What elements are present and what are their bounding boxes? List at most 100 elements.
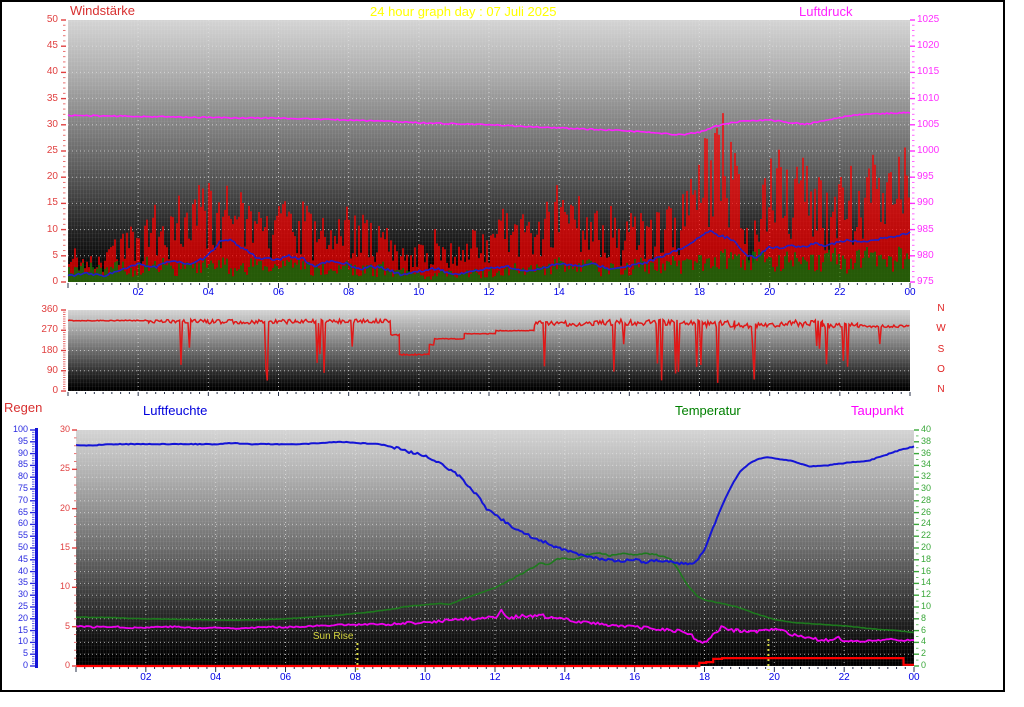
axis-tick-label: 1025 (917, 14, 940, 25)
axis-minor-tick (916, 588, 919, 590)
axis-tick-label: 15 (59, 542, 70, 552)
humidity-axis-bar (35, 428, 38, 668)
axis-minor-tick (32, 637, 35, 639)
axis-tick-label: 0 (52, 276, 58, 287)
axis-tick-label: 100 (12, 424, 28, 434)
axis-tick-label: 5 (64, 620, 70, 631)
axis-minor-tick (63, 381, 66, 383)
x-axis-tick-label: 14 (553, 287, 565, 298)
axis-tick-label: 24 (921, 518, 932, 529)
axis-minor-tick (912, 29, 915, 31)
x-axis-tick-label: 12 (483, 287, 495, 298)
axis-minor-tick (912, 187, 915, 189)
axis-minor-tick (63, 192, 66, 194)
axis-minor-tick (32, 601, 35, 603)
axis-tick-label: 30 (46, 118, 58, 130)
compass-label: W (936, 323, 946, 335)
axis-minor-tick (63, 311, 66, 313)
axis-tick-label: 30 (59, 424, 70, 434)
axis-minor-tick (63, 383, 66, 385)
axis-minor-tick (32, 502, 35, 504)
axis-tick-label: 0 (921, 660, 927, 670)
axis-minor-tick (912, 244, 915, 246)
x-axis-tick-label: 08 (349, 672, 361, 683)
axis-minor-tick (63, 234, 66, 236)
pressure-panel-title: Luftdruck (799, 4, 853, 19)
axis-minor-tick (63, 239, 66, 241)
axis-minor-tick (63, 372, 66, 374)
x-axis-tick-label: 12 (489, 672, 501, 683)
axis-minor-tick (63, 50, 66, 52)
axis-tick-label: 1005 (917, 118, 940, 130)
axis-minor-tick (912, 82, 915, 84)
axis-minor-tick (912, 197, 915, 199)
axis-tick-label: 28 (921, 494, 932, 505)
axis-minor-tick (63, 108, 66, 110)
axis-minor-tick (916, 459, 919, 460)
axis-minor-tick (32, 530, 35, 532)
axis-minor-tick (32, 561, 35, 563)
axis-tick-label: 2 (921, 648, 927, 659)
x-axis-tick-label: 16 (623, 287, 635, 298)
compass-label: O (937, 363, 945, 375)
x-axis-tick-label: 02 (132, 287, 144, 298)
axis-minor-tick (63, 155, 66, 157)
axis-tick-label: 35 (46, 92, 58, 104)
axis-tick-label: 26 (921, 506, 932, 517)
axis-minor-tick (32, 457, 35, 459)
axis-minor-tick (32, 528, 35, 530)
axis-minor-tick (912, 276, 915, 278)
axis-tick-label: 40 (921, 424, 932, 434)
x-axis-tick-label: 22 (834, 287, 846, 298)
axis-minor-tick (32, 540, 35, 542)
axis-minor-tick (32, 585, 35, 587)
axis-minor-tick (63, 129, 66, 131)
axis-minor-tick (916, 470, 919, 472)
rain-axis-title: Regen (4, 400, 43, 415)
axis-minor-tick (32, 495, 35, 497)
axis-tick-label: 1010 (917, 92, 940, 104)
axis-tick-label: 8 (921, 612, 927, 623)
axis-minor-tick (32, 479, 35, 481)
axis-minor-tick (32, 469, 35, 471)
wind-plot-area (68, 20, 910, 282)
axis-tick-label: 70 (17, 494, 28, 505)
x-axis-tick-label: 10 (419, 672, 431, 683)
axis-minor-tick (916, 636, 919, 637)
axis-tick-label: 5 (52, 249, 58, 261)
axis-minor-tick (912, 119, 915, 121)
axis-minor-tick (32, 575, 35, 577)
axis-minor-tick (32, 644, 35, 646)
axis-minor-tick (32, 660, 35, 662)
axis-tick-label: 25 (17, 601, 28, 611)
axis-tick-label: 40 (17, 565, 28, 576)
axis-minor-tick (63, 345, 66, 347)
axis-tick-label: 270 (41, 324, 58, 336)
axis-minor-tick (63, 166, 66, 168)
axis-tick-label: 45 (46, 40, 58, 52)
axis-tick-label: 45 (17, 553, 28, 564)
axis-minor-tick (32, 443, 35, 445)
axis-minor-tick (912, 24, 915, 26)
axis-tick-label: 10 (59, 581, 70, 592)
axis-minor-tick (912, 271, 915, 273)
axis-minor-tick (912, 40, 915, 42)
axis-minor-tick (32, 431, 35, 433)
axis-tick-label: 50 (17, 542, 28, 552)
axis-tick-label: 90 (17, 447, 28, 458)
x-axis-tick-label: 04 (210, 672, 222, 683)
axis-minor-tick (32, 474, 35, 476)
axis-minor-tick (63, 347, 66, 349)
axis-tick-label: 10 (46, 223, 58, 235)
axis-minor-tick (63, 271, 66, 273)
axis-minor-tick (916, 624, 919, 626)
axis-minor-tick (916, 553, 919, 555)
axis-minor-tick (916, 447, 919, 449)
axis-minor-tick (63, 265, 66, 267)
axis-tick-label: 50 (46, 14, 58, 25)
axis-tick-label: 995 (917, 171, 934, 183)
axis-minor-tick (63, 66, 66, 68)
graph-title: 24 hour graph day : 07 Juli 2025 (370, 4, 557, 19)
x-axis-tick-label: 22 (838, 672, 850, 683)
dewpoint-panel-title: Taupunkt (851, 403, 904, 418)
